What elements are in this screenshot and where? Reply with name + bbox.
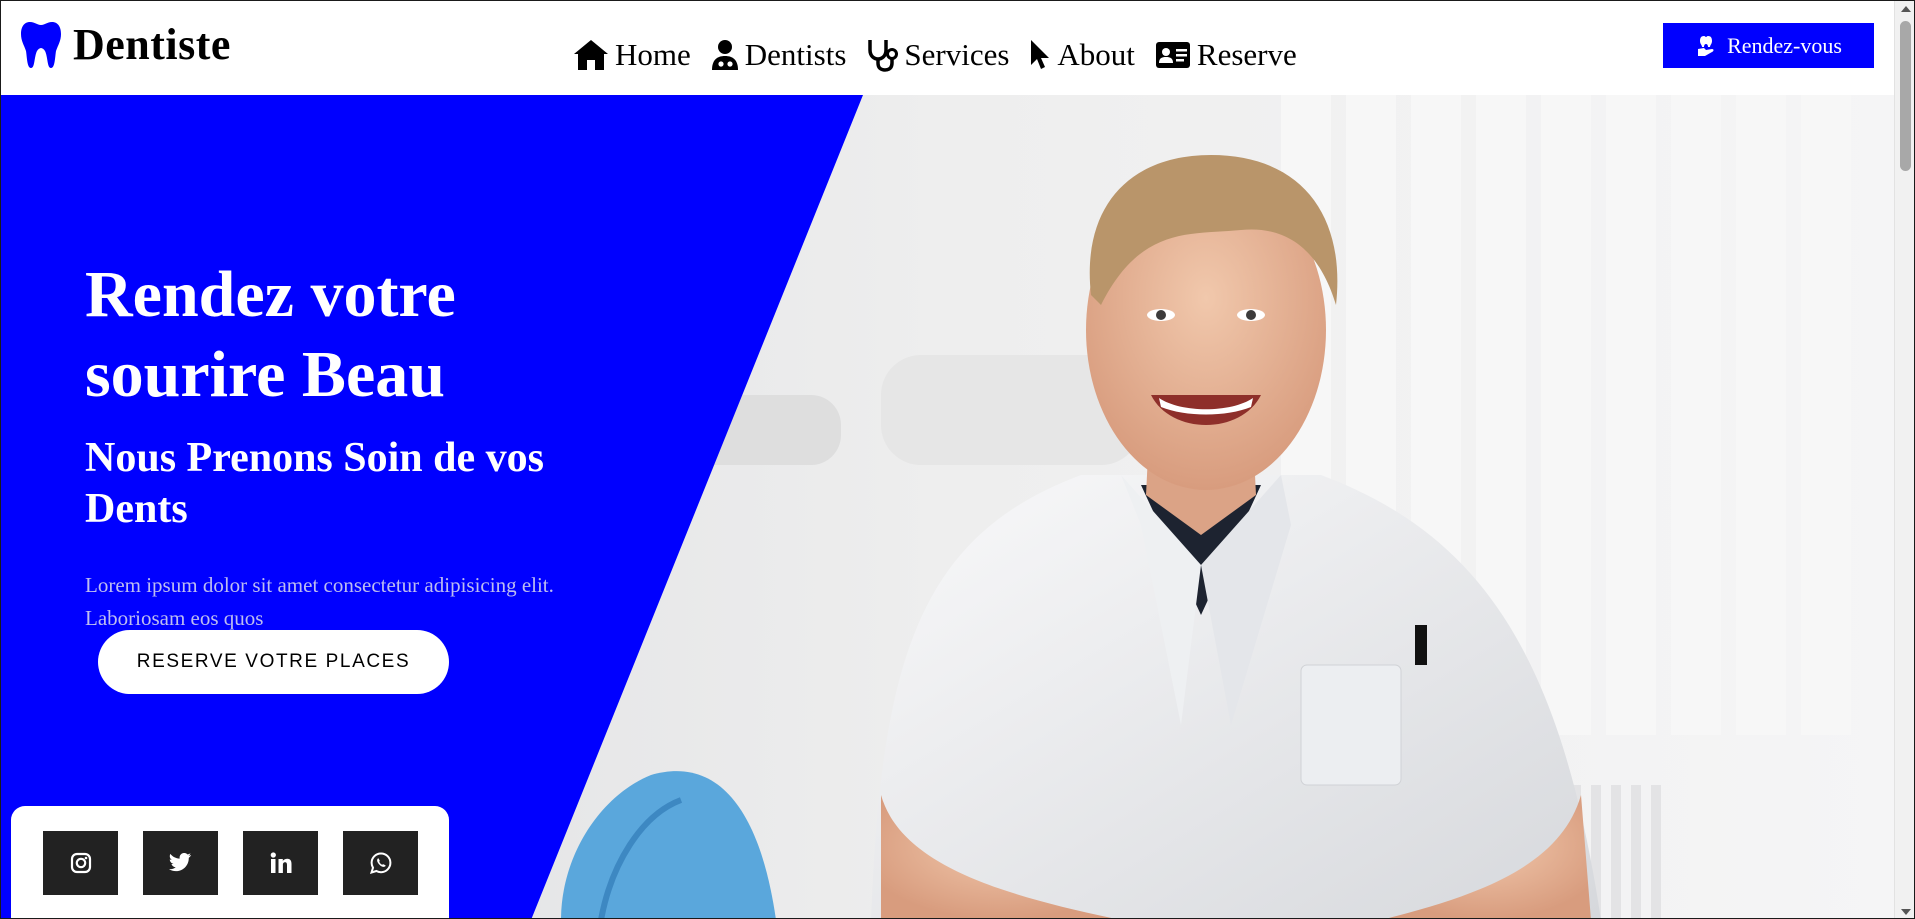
id-card-icon — [1155, 42, 1190, 68]
reserve-places-button[interactable]: RESERVE VOTRE PLACES — [98, 630, 449, 694]
hero-title-line2: sourire Beau — [85, 338, 445, 411]
brand[interactable]: Dentiste — [21, 19, 231, 70]
brand-name: Dentiste — [73, 20, 231, 69]
tooth-hand-icon — [1698, 35, 1714, 56]
scroll-down-arrow-icon[interactable] — [1901, 909, 1911, 915]
hero-text: Lorem ipsum dolor sit amet consectetur a… — [85, 573, 554, 630]
home-icon — [574, 40, 608, 70]
whatsapp-icon — [369, 852, 391, 874]
cursor-pointer-icon — [1031, 40, 1050, 69]
rendez-vous-label: Rendez-vous — [1727, 32, 1842, 58]
browser-viewport: Dentiste Home Dentists Services About Re… — [0, 0, 1915, 919]
instagram-icon — [70, 852, 91, 874]
hero-title: Rendez votre sourire Beau — [85, 255, 645, 415]
nav-item-dentists[interactable]: Dentists — [711, 37, 847, 73]
twitter-icon — [168, 853, 191, 872]
instagram-button[interactable] — [43, 831, 118, 895]
user-doctor-icon — [711, 40, 738, 70]
nav-item-about[interactable]: About — [1029, 37, 1135, 73]
rendez-vous-button[interactable]: Rendez-vous — [1663, 23, 1874, 68]
nav-item-label: Home — [615, 37, 691, 72]
hero-title-line1: Rendez votre — [85, 258, 456, 331]
twitter-button[interactable] — [143, 831, 218, 895]
nav-item-services[interactable]: Services — [866, 37, 1009, 73]
tooth-icon — [21, 21, 61, 68]
hero-subtitle: Nous Prenons Soin de vos Dents — [85, 435, 545, 532]
whatsapp-button[interactable] — [343, 831, 418, 895]
page-scrollbar[interactable] — [1894, 1, 1914, 918]
nav-item-home[interactable]: Home — [573, 37, 691, 73]
scroll-thumb[interactable] — [1900, 21, 1911, 171]
hero-content: Rendez votre sourire Beau Nous Prenons S… — [85, 255, 645, 635]
nav-item-label: Dentists — [744, 37, 847, 72]
nav-item-reserve[interactable]: Reserve — [1155, 37, 1297, 73]
hero-section: Rendez votre sourire Beau Nous Prenons S… — [1, 95, 1894, 918]
scroll-up-arrow-icon[interactable] — [1901, 6, 1911, 12]
linkedin-icon — [270, 852, 291, 873]
nav-item-label: Reserve — [1196, 37, 1297, 72]
social-links-card — [11, 806, 449, 918]
nav-item-label: Services — [904, 37, 1010, 72]
stethoscope-icon — [868, 40, 899, 72]
nav-item-label: About — [1057, 37, 1135, 72]
main-nav: Home Dentists Services About Reserve — [573, 37, 1297, 73]
navbar: Dentiste Home Dentists Services About Re… — [1, 1, 1894, 95]
linkedin-button[interactable] — [243, 831, 318, 895]
